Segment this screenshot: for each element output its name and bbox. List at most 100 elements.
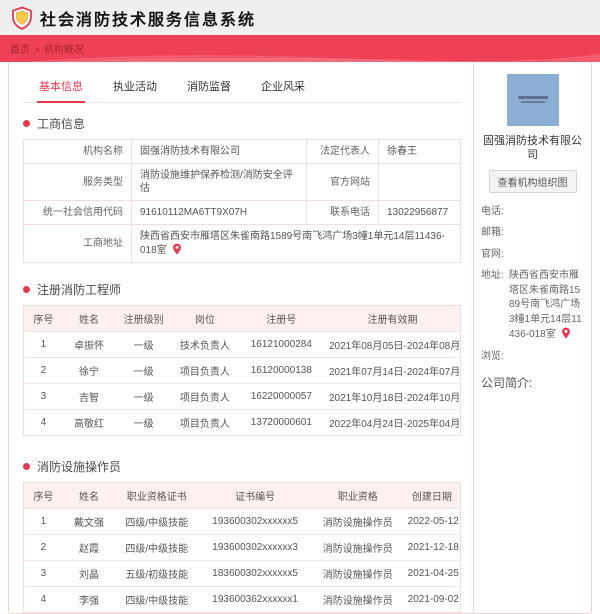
sidebar-info-label: 浏览: — [481, 350, 504, 362]
column-header: 序号 — [23, 305, 63, 332]
table-cell: 2021-04-25 — [403, 560, 461, 587]
info-row: 工商地址 陕西省西安市雁塔区朱雀南路1589号南飞鸿广场3幢1单元14层11436… — [23, 224, 461, 263]
sidebar-info-value — [509, 226, 584, 241]
table-cell: 2021-09-02 — [403, 586, 461, 613]
field-value — [378, 163, 461, 201]
section-title-operators: 消防设施操作员 — [23, 458, 461, 475]
table-cell: 2021年08月05日-2024年08月05日 — [325, 331, 461, 358]
table-cell: 消防设施操作员 — [311, 586, 404, 613]
table-row: 4 李强 四级/中级技能 193600362xxxxxx1 消防设施操作员 2021-09… — [23, 586, 461, 613]
table-cell: 高敬红 — [62, 409, 116, 436]
table-row: 3 刘晶 五级/初级技能 183600302xxxxxx5 消防设施操作员 2021-04… — [23, 560, 461, 587]
main-card: 基本信息 执业活动 消防监督 企业风采 工商信息 机构名称 固强消防技术有限公司 法定代表… — [8, 62, 592, 614]
field-value: 固强消防技术有限公司 — [131, 139, 307, 164]
field-value: 徐春王 — [378, 139, 461, 164]
tab-item[interactable]: 执业活动 — [111, 72, 159, 102]
field-label: 法定代表人 — [306, 139, 379, 164]
table-cell: 16121000284 — [237, 331, 325, 358]
engineers-table: 序号 姓名 注册级别 岗位 注册号 注册有效期 1 卓振怀 一级 技术负责人 1612100028… — [23, 305, 461, 436]
column-header: 注册有效期 — [325, 305, 461, 332]
table-cell: 四级/中级技能 — [115, 534, 199, 561]
table-cell: 2022年04月24日-2025年04月24日 — [325, 409, 461, 436]
tab-bar: 基本信息 执业活动 消防监督 企业风采 — [23, 70, 461, 103]
section-title-business-info: 工商信息 — [23, 115, 461, 132]
breadcrumb-home-link[interactable]: 首页 — [10, 45, 30, 56]
column-header: 姓名 — [62, 482, 116, 509]
tab-item[interactable]: 企业风采 — [259, 72, 307, 102]
column-header: 序号 — [23, 482, 63, 509]
table-cell: 4 — [23, 409, 63, 436]
column-header: 姓名 — [62, 305, 116, 332]
breadcrumb-current: 机构概况 — [43, 45, 84, 56]
table-cell: 卓振怀 — [62, 331, 116, 358]
sidebar-info-value — [509, 248, 584, 263]
sidebar-info-row: 邮箱: — [481, 226, 584, 241]
table-cell: 李强 — [62, 586, 116, 613]
operators-table: 序号 姓名 职业资格证书 证书编号 职业资格 创建日期 1 戴文强 四级/中级技能 193600… — [23, 482, 461, 613]
field-value: 陕西省西安市雁塔区朱雀南路1589号南飞鸿广场3幢1单元14层11436-018… — [131, 224, 461, 263]
table-cell: 2021年07月14日-2024年07月14日 — [325, 357, 461, 384]
sidebar-info-list: 电话: 邮箱: 官网: 地址: 陕西省西安市雁塔区朱雀南路1589号南飞鸿广场3幢1单元… — [481, 205, 584, 365]
company-logo — [506, 74, 559, 126]
table-row: 2 赵霞 四级/中级技能 193600302xxxxxx3 消防设施操作员 2021-12… — [23, 534, 461, 561]
table-cell: 四级/中级技能 — [115, 508, 199, 535]
location-pin-icon[interactable] — [172, 243, 182, 255]
section-title-engineers: 注册消防工程师 — [23, 281, 461, 298]
sidebar-info-value — [509, 205, 584, 220]
info-row: 统一社会信用代码 91610112MA6TT9X07H 联系电话 1302295687… — [23, 200, 461, 225]
table-cell: 吉智 — [62, 383, 116, 410]
table-cell: 消防设施操作员 — [311, 560, 404, 587]
table-row: 3 吉智 一级 项目负责人 16220000057 2021年10月18日-2024年10… — [23, 383, 461, 410]
table-cell: 一级 — [115, 409, 173, 436]
column-header: 注册级别 — [115, 305, 173, 332]
field-label: 工商地址 — [23, 224, 132, 263]
breadcrumb-band: 首页 > 机构概况 — [0, 35, 600, 62]
column-header: 创建日期 — [403, 482, 461, 509]
app-title: 社会消防技术服务信息系统 — [40, 11, 257, 29]
fire-shield-logo-icon — [10, 6, 34, 30]
table-cell: 一级 — [115, 383, 173, 410]
table-row: 2 徐宁 一级 项目负责人 16120000138 2021年07月14日-2024年07… — [23, 357, 461, 384]
table-cell: 16220000057 — [237, 383, 325, 410]
table-cell: 五级/初级技能 — [115, 560, 199, 587]
section-bullet-icon — [23, 463, 30, 470]
sidebar-info-value — [509, 350, 584, 365]
table-cell: 193600362xxxxxx1 — [198, 586, 312, 613]
table-cell: 3 — [23, 560, 63, 587]
breadcrumb-separator: > — [34, 45, 40, 56]
sidebar-info-label: 电话: — [481, 205, 504, 217]
field-label: 官方网站 — [306, 163, 379, 201]
table-cell: 13720000601 — [237, 409, 325, 436]
field-value: 91610112MA6TT9X07H — [131, 200, 307, 225]
tab-item[interactable]: 消防监督 — [185, 72, 233, 102]
sidebar-info-value: 陕西省西安市雁塔区朱雀南路1589号南飞鸿广场3幢1单元14层11436-018… — [509, 270, 582, 341]
section-bullet-icon — [23, 120, 30, 127]
table-cell: 2021年10月18日-2024年10月18日 — [325, 383, 461, 410]
sidebar-info-row: 地址: 陕西省西安市雁塔区朱雀南路1589号南飞鸿广场3幢1单元14层11436-… — [481, 269, 584, 343]
field-label: 统一社会信用代码 — [23, 200, 132, 225]
field-label: 联系电话 — [306, 200, 379, 225]
table-cell: 赵霞 — [62, 534, 116, 561]
table-cell: 项目负责人 — [172, 409, 238, 436]
company-intro-label: 公司简介: — [481, 376, 533, 391]
table-cell: 戴文强 — [62, 508, 116, 535]
table-cell: 项目负责人 — [172, 383, 238, 410]
info-row: 机构名称 固强消防技术有限公司 法定代表人 徐春王 — [23, 139, 461, 164]
sidebar-info-label: 官网: — [481, 248, 504, 260]
sidebar-info-row: 浏览: — [481, 350, 584, 365]
table-header-row: 序号 姓名 注册级别 岗位 注册号 注册有效期 — [23, 305, 461, 332]
table-cell: 项目负责人 — [172, 357, 238, 384]
sidebar-info-label: 邮箱: — [481, 227, 504, 239]
company-sidebar: 固强消防技术有限公司 查看机构组织图 电话: 邮箱: 官网: 地址: 陕西省西安市雁塔区… — [473, 62, 591, 613]
view-org-chart-button[interactable]: 查看机构组织图 — [488, 169, 577, 193]
field-label: 服务类型 — [23, 163, 132, 201]
table-cell: 193600302xxxxxx3 — [198, 534, 312, 561]
table-cell: 2 — [23, 534, 63, 561]
tab-active[interactable]: 基本信息 — [37, 72, 85, 103]
table-cell: 2022-05-12 — [403, 508, 461, 535]
table-cell: 一级 — [115, 357, 173, 384]
table-row: 1 卓振怀 一级 技术负责人 16121000284 2021年08月05日-2024年0… — [23, 331, 461, 358]
sidebar-info-row: 电话: — [481, 205, 584, 220]
table-cell: 刘晶 — [62, 560, 116, 587]
location-pin-icon[interactable] — [561, 327, 571, 339]
